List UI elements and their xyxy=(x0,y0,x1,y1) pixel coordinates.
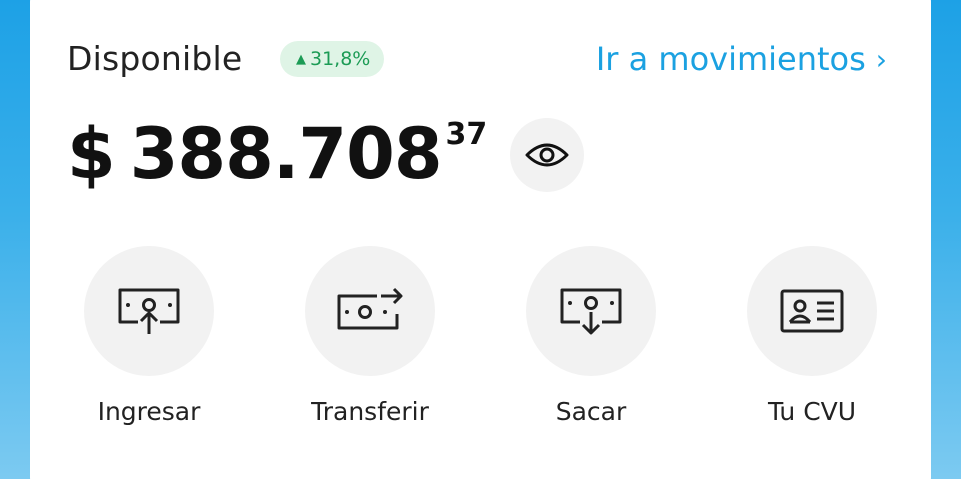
change-badge: ▲ 31,8% xyxy=(280,41,385,77)
balance-amount: $388.708 37 xyxy=(67,104,487,204)
triangle-up-icon: ▲ xyxy=(296,52,306,67)
deposit-button[interactable] xyxy=(84,246,214,376)
currency-symbol: $ xyxy=(67,113,116,195)
withdraw-action[interactable]: Sacar xyxy=(481,246,701,436)
balance-header: Disponible ▲ 31,8% Ir a movimientos › xyxy=(67,36,887,82)
transfer-action[interactable]: Transferir xyxy=(260,246,480,436)
go-to-movements-link[interactable]: Ir a movimientos › xyxy=(596,36,887,84)
transfer-money-icon xyxy=(337,287,403,330)
cvu-action[interactable]: Tu CVU xyxy=(702,246,922,436)
change-badge-value: 31,8% xyxy=(310,48,371,70)
quick-actions: Ingresar Transferir Sacar Tu CVU xyxy=(30,246,931,446)
withdraw-label: Sacar xyxy=(555,397,627,426)
withdraw-money-icon xyxy=(560,288,622,335)
amount-integer: 388.708 xyxy=(129,113,443,195)
withdraw-button[interactable] xyxy=(526,246,656,376)
deposit-money-icon xyxy=(118,288,180,334)
eye-icon xyxy=(525,143,569,167)
available-label: Disponible xyxy=(67,39,243,78)
transfer-label: Transferir xyxy=(311,397,429,426)
toggle-visibility-button[interactable] xyxy=(510,118,584,192)
amount-cents: 37 xyxy=(445,117,488,152)
cvu-label: Tu CVU xyxy=(767,397,857,426)
transfer-button[interactable] xyxy=(305,246,435,376)
movements-link-label: Ir a movimientos xyxy=(595,40,866,78)
id-card-icon xyxy=(780,289,844,333)
cvu-button[interactable] xyxy=(747,246,877,376)
deposit-label: Ingresar xyxy=(97,397,201,426)
deposit-action[interactable]: Ingresar xyxy=(39,246,259,436)
chevron-right-icon: › xyxy=(875,43,887,76)
